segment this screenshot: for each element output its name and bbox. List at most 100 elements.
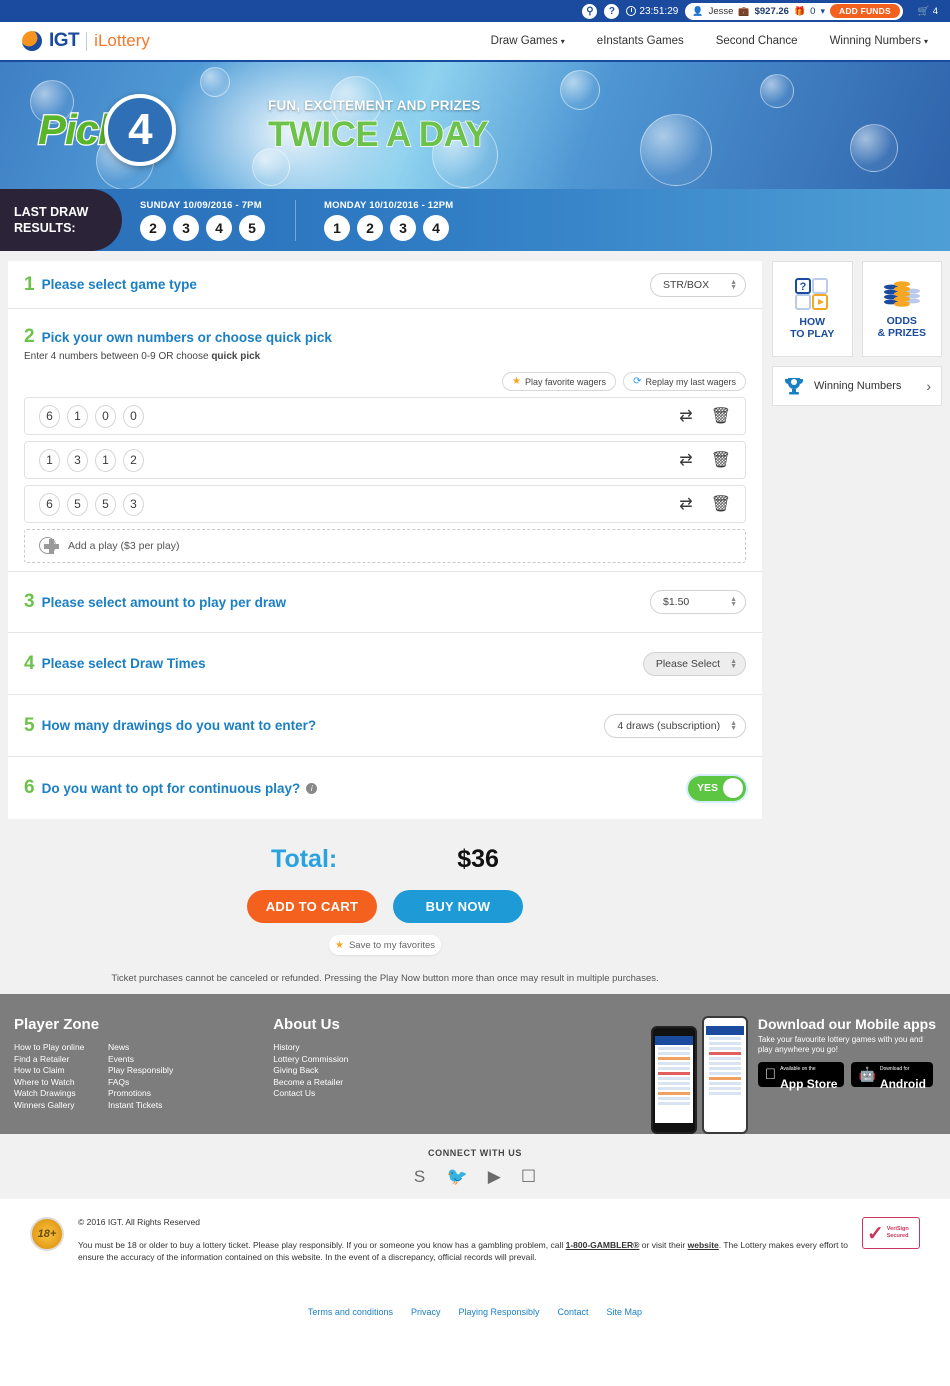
footer-link[interactable]: Promotions — [108, 1088, 173, 1100]
draw-ball: 3 — [390, 214, 416, 241]
chevron-down-icon — [561, 37, 565, 46]
bottom-link-site-map[interactable]: Site Map — [607, 1307, 643, 1317]
purchase-disclaimer: Ticket purchases cannot be canceled or r… — [111, 973, 659, 984]
footer-link[interactable]: Lottery Commission — [273, 1054, 348, 1066]
cart-button[interactable]: 🛒 4 — [911, 3, 944, 19]
android-icon: 🤖 — [847, 1066, 875, 1082]
winning-numbers-card[interactable]: Winning Numbers › — [772, 366, 942, 406]
how-to-play-tile[interactable]: ? HOW TO PLAY — [772, 261, 853, 357]
replay-last-wagers-button[interactable]: ⟳ Replay my last wagers — [623, 372, 746, 391]
google-play-badge[interactable]: 🤖 Download for Android — [847, 1062, 933, 1090]
search-icon[interactable]: ⚲ — [582, 3, 598, 19]
play-number-input[interactable]: 6 — [39, 404, 60, 428]
continuous-play-toggle[interactable]: YES — [688, 775, 746, 801]
bottom-link-privacy[interactable]: Privacy — [411, 1307, 441, 1317]
footer-link[interactable]: Play Responsibly — [108, 1065, 173, 1077]
session-timer: 23:51:29 — [626, 6, 678, 17]
game-type-select[interactable]: STR/BOX ▲ ▼ — [650, 272, 746, 297]
nav-item-draw-games[interactable]: Draw Games — [491, 35, 565, 47]
footer-link[interactable]: Find a Retailer — [14, 1054, 88, 1066]
instagram-icon[interactable]: ☐ — [521, 1167, 536, 1187]
save-to-favorites-button[interactable]: ★ Save to my favorites — [329, 935, 441, 955]
trash-icon[interactable]: 🗑 — [711, 450, 731, 470]
play-number-input[interactable]: 1 — [39, 448, 60, 472]
star-icon: ★ — [512, 376, 522, 387]
nav-item-second-chance[interactable]: Second Chance — [716, 35, 798, 47]
shuffle-icon[interactable]: ⇄ — [679, 406, 692, 426]
pick-number-ball: 4 — [104, 94, 177, 166]
play-number-input[interactable]: 5 — [67, 492, 88, 516]
footer-link[interactable]: News — [108, 1042, 173, 1054]
chevron-down-icon[interactable] — [820, 6, 825, 17]
play-favorite-wagers-button[interactable]: ★ Play favorite wagers — [502, 372, 617, 391]
play-row-actions: ⇄ 🗑 — [679, 450, 731, 470]
play-number-input[interactable]: 3 — [67, 448, 88, 472]
hero-tagline: FUN, EXCITEMENT AND PRIZES — [268, 98, 481, 113]
play-number-input[interactable]: 0 — [123, 404, 144, 428]
star-icon: ★ — [334, 939, 344, 951]
add-play-button[interactable]: Add a play ($3 per play) — [24, 529, 746, 563]
legal-section: 18+ © 2016 IGT. All Rights Reserved You … — [0, 1199, 950, 1263]
add-to-cart-button[interactable]: ADD TO CART — [247, 890, 377, 923]
gambler-hotline-link[interactable]: 1-800-GAMBLER® — [566, 1240, 640, 1250]
gift-icon: 🎁 — [793, 5, 806, 16]
play-number-input[interactable]: 2 — [123, 448, 144, 472]
play-number-input[interactable]: 5 — [95, 492, 116, 516]
gift-count: 0 — [810, 5, 816, 17]
footer-link[interactable]: FAQs — [108, 1077, 173, 1089]
footer-link[interactable]: How to Play online — [14, 1042, 88, 1054]
facebook-icon[interactable]: S — [414, 1167, 427, 1187]
amount-per-draw-select[interactable]: $1.50 ▲ ▼ — [650, 590, 746, 614]
drawings-count-select[interactable]: 4 draws (subscription) ▲ ▼ — [604, 713, 746, 738]
play-numbers: 6 5 5 3 — [39, 492, 144, 516]
add-funds-button[interactable]: ADD FUNDS — [830, 4, 900, 18]
trash-icon[interactable]: 🗑 — [711, 406, 731, 426]
play-row: 1 3 1 2 ⇄ 🗑 — [24, 441, 746, 479]
footer-link[interactable]: Where to Watch — [14, 1077, 88, 1089]
shuffle-icon[interactable]: ⇄ — [679, 450, 692, 470]
quick-pick-link[interactable]: quick pick — [211, 351, 260, 362]
toggle-label: YES — [697, 782, 719, 794]
bottom-link-terms[interactable]: Terms and conditions — [308, 1307, 393, 1317]
footer-link[interactable]: How to Claim — [14, 1065, 88, 1077]
play-number-input[interactable]: 6 — [39, 492, 60, 516]
footer-link[interactable]: Watch Drawings — [14, 1088, 88, 1100]
play-number-input[interactable]: 3 — [123, 492, 144, 516]
draw-ball: 3 — [173, 214, 199, 241]
footer-link[interactable]: Winners Gallery — [14, 1100, 88, 1112]
odds-and-prizes-tile[interactable]: ODDS & PRIZES — [861, 261, 942, 357]
website-link[interactable]: website — [688, 1240, 719, 1250]
info-icon[interactable]: i — [306, 782, 318, 794]
footer-link[interactable]: Contact Us — [273, 1088, 348, 1100]
help-icon[interactable]: ? — [604, 3, 620, 19]
stepper-arrows-icon: ▲ ▼ — [730, 719, 737, 732]
footer-link[interactable]: Become a Retailer — [273, 1077, 348, 1089]
step-label: Please select game type — [41, 277, 197, 292]
draw-times-select[interactable]: Please Select ▲ ▼ — [642, 651, 746, 676]
footer-link[interactable]: Giving Back — [273, 1065, 348, 1077]
draw-date-label: SUNDAY 10/09/2016 - 7PM — [140, 199, 262, 211]
bubble-decoration — [760, 74, 794, 108]
step-number: 1 — [24, 273, 35, 295]
account-pill[interactable]: 👤 Jesse 💼 $927.26 🎁 0 ADD FUNDS — [685, 2, 903, 20]
app-store-badge[interactable]:  Available on theApp Store — [757, 1062, 845, 1090]
youtube-icon[interactable]: ▶ — [488, 1167, 501, 1187]
site-logo[interactable]: IGT iLottery — [22, 30, 150, 52]
utility-topbar: ⚲ ? 23:51:29 👤 Jesse 💼 $927.26 🎁 0 ADD F… — [0, 0, 950, 22]
bottom-link-contact[interactable]: Contact — [558, 1307, 589, 1317]
twitter-icon[interactable]: 🐦 — [447, 1167, 468, 1187]
last-draw-results-bar: LAST DRAW RESULTS: SUNDAY 10/09/2016 - 7… — [0, 189, 950, 251]
footer-link[interactable]: Instant Tickets — [108, 1100, 173, 1112]
play-number-input[interactable]: 1 — [67, 404, 88, 428]
nav-item-winning-numbers[interactable]: Winning Numbers — [830, 35, 928, 47]
footer-link[interactable]: Events — [108, 1054, 173, 1066]
play-number-input[interactable]: 1 — [95, 448, 116, 472]
trash-icon[interactable]: 🗑 — [711, 494, 731, 514]
bottom-link-playing-responsibly[interactable]: Playing Responsibly — [458, 1307, 539, 1317]
buy-now-button[interactable]: BUY NOW — [393, 890, 523, 923]
nav-item-einstants-games[interactable]: eInstants Games — [597, 35, 684, 47]
play-number-input[interactable]: 0 — [95, 404, 116, 428]
footer-link[interactable]: History — [273, 1042, 348, 1054]
total-label: Total: — [271, 845, 338, 873]
shuffle-icon[interactable]: ⇄ — [679, 494, 692, 514]
